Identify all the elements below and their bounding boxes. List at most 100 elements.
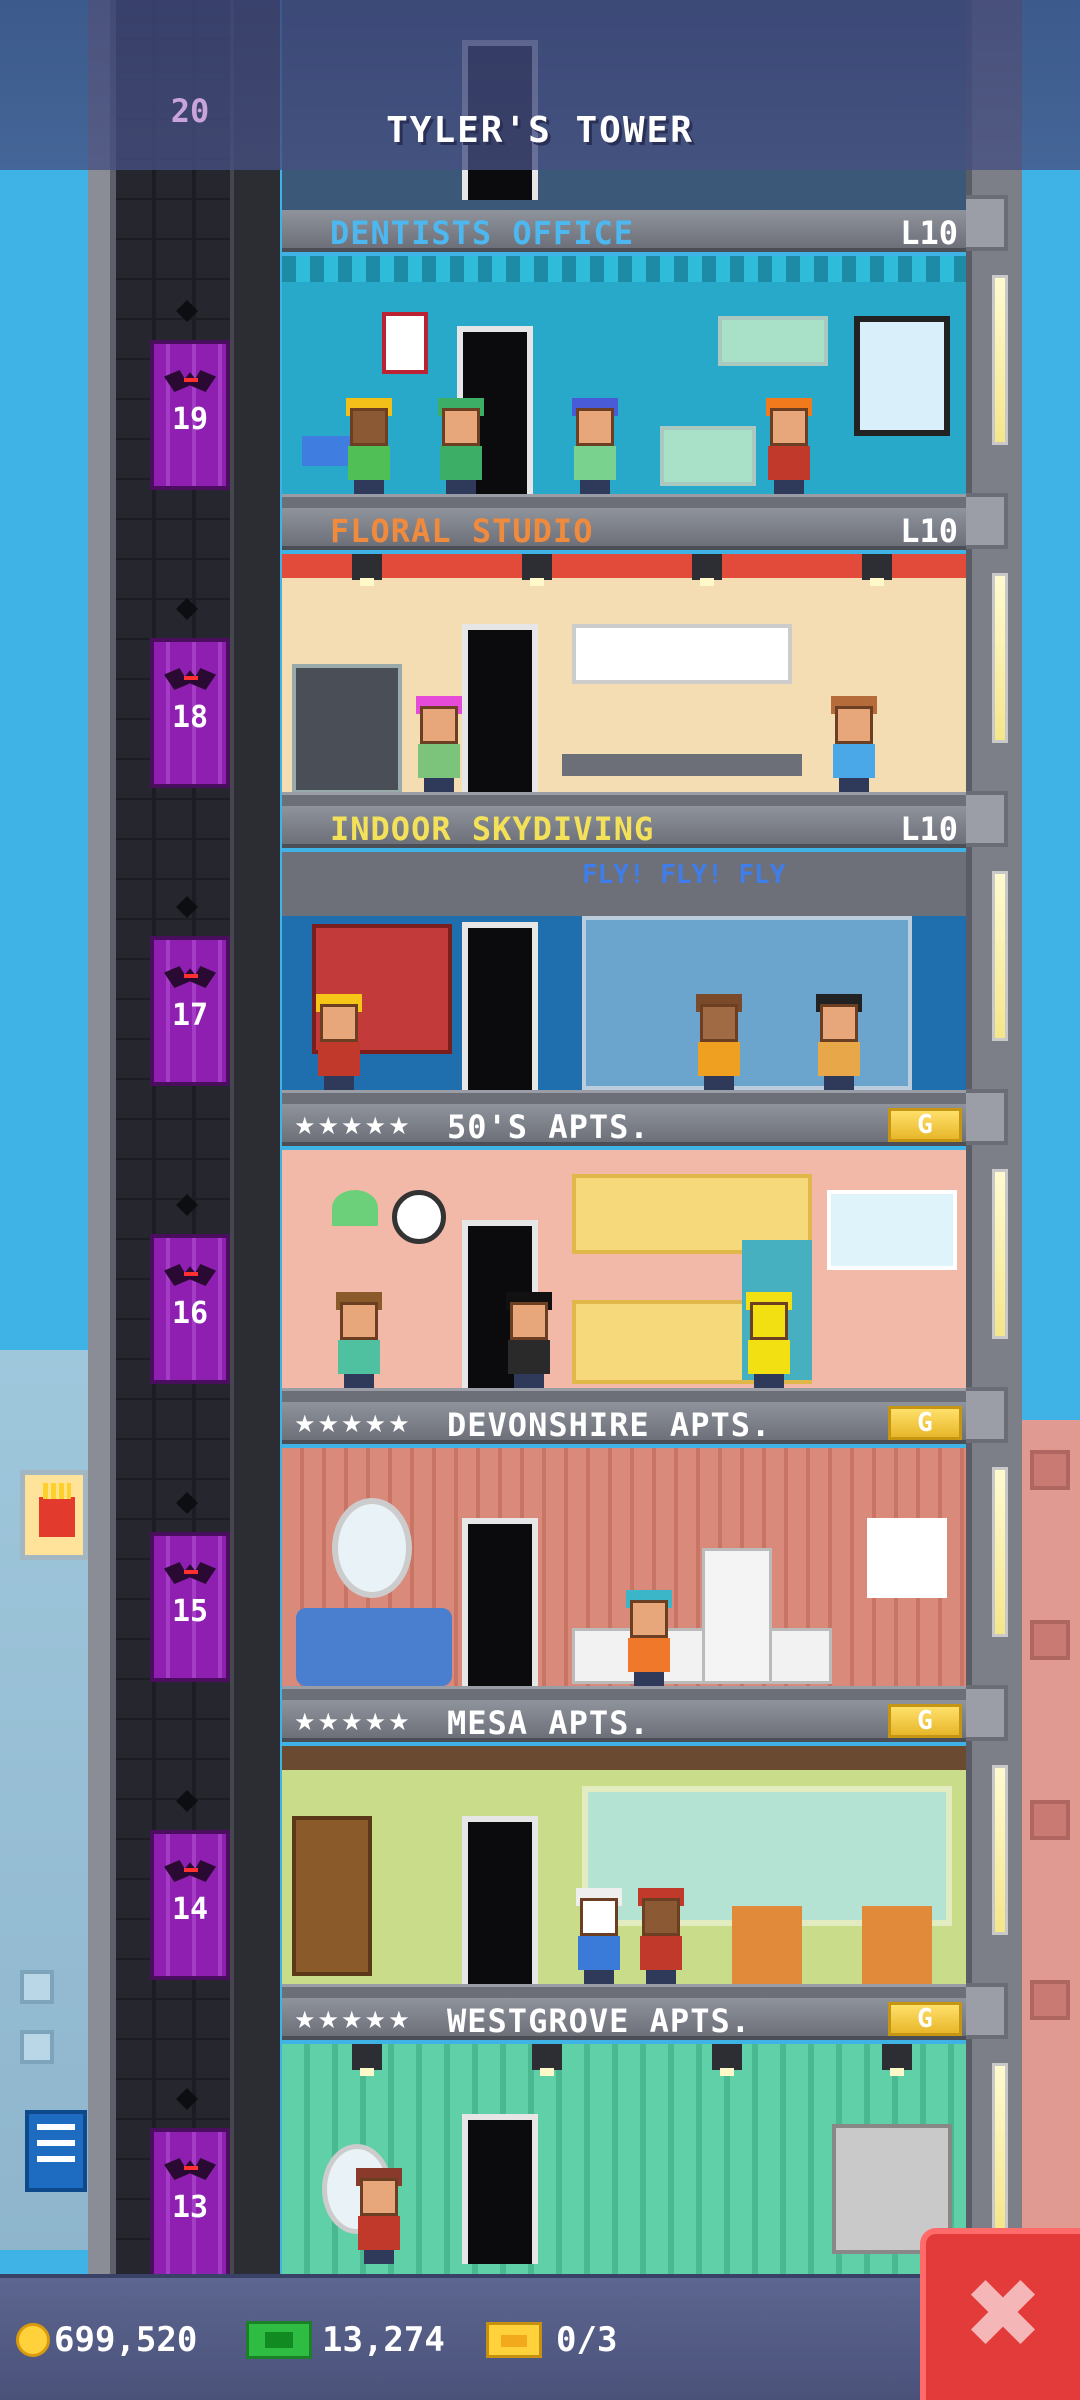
building-window <box>20 1970 54 2004</box>
character[interactable] <box>412 696 466 792</box>
star-rating: ★★★★★ <box>294 1410 412 1438</box>
character[interactable] <box>352 2168 406 2264</box>
floor-sign: DENTISTS OFFICE L10 <box>282 210 966 252</box>
close-icon: ✖ <box>962 2258 1044 2370</box>
coins-counter: 699,520 <box>16 2312 197 2368</box>
character[interactable] <box>342 398 396 494</box>
floor-door <box>462 1518 538 1686</box>
floor-number: 15 <box>171 1594 209 1629</box>
character[interactable] <box>572 1888 626 1984</box>
character[interactable] <box>622 1590 676 1686</box>
elevator-rail <box>230 0 280 2280</box>
floor-room[interactable] <box>282 256 966 508</box>
bux-icon <box>246 2321 312 2359</box>
elevator-car-19[interactable]: 19 <box>150 340 230 490</box>
character[interactable] <box>332 1292 386 1388</box>
floor-name: FLORAL STUDIO <box>330 512 594 550</box>
star-rating: ★★★★★ <box>294 2006 412 2034</box>
gold-badge[interactable]: G <box>888 1406 962 1440</box>
floor-room[interactable] <box>282 2044 966 2278</box>
floor-level: L10 <box>900 214 958 252</box>
floor-sign: ★★★★★ 50'S APTS. G <box>282 1104 966 1146</box>
elevator-car-16[interactable]: 16 <box>150 1234 230 1384</box>
floor-sign: ★★★★★ MESA APTS. G <box>282 1700 966 1742</box>
floor-name: 50'S APTS. <box>447 1108 650 1146</box>
wall-bracket <box>962 1983 1008 2039</box>
floor-number: 18 <box>171 700 209 735</box>
character[interactable] <box>812 994 866 1090</box>
blue-sign <box>25 2110 87 2192</box>
gold-badge[interactable]: G <box>888 2002 962 2036</box>
wall-light <box>992 1467 1008 1637</box>
floor-sign: ★★★★★ WESTGROVE APTS. G <box>282 1998 966 2040</box>
elevator-car-17[interactable]: 17 <box>150 936 230 1086</box>
building-window <box>1030 1620 1070 1660</box>
floor-room[interactable] <box>282 1746 966 1998</box>
character[interactable] <box>692 994 746 1090</box>
wall-bracket <box>962 493 1008 549</box>
ceiling-lamp <box>862 554 892 586</box>
building-window <box>1030 1800 1070 1840</box>
building-window <box>1030 1980 1070 2020</box>
character[interactable] <box>312 994 366 1090</box>
cabinet <box>718 316 828 366</box>
resource-bar: 699,520 13,274 0/3 <box>0 2274 1080 2400</box>
floor-level: L10 <box>900 512 958 550</box>
ticket-icon <box>486 2322 542 2358</box>
ceiling-lamp <box>712 2044 742 2076</box>
gold-badge[interactable]: G <box>888 1108 962 1142</box>
wall-bracket <box>962 791 1008 847</box>
character[interactable] <box>434 398 488 494</box>
ceiling-lamp <box>352 2044 382 2076</box>
elevator-car-15[interactable]: 15 <box>150 1532 230 1682</box>
fries-billboard <box>20 1470 88 1560</box>
floor-13-westgrove-apts[interactable]: ★★★★★ WESTGROVE APTS. G <box>282 1998 966 2278</box>
character[interactable] <box>762 398 816 494</box>
fries-icon <box>39 1483 75 1537</box>
wall-bracket <box>962 1387 1008 1443</box>
ceiling-lamp <box>882 2044 912 2076</box>
coins-value: 699,520 <box>54 2320 198 2360</box>
floor-name: DEVONSHIRE APTS. <box>447 1406 772 1444</box>
character[interactable] <box>742 1292 796 1388</box>
floor-room[interactable] <box>282 1448 966 1700</box>
floor-name: MESA APTS. <box>447 1704 650 1742</box>
close-button[interactable]: ✖ <box>920 2228 1080 2400</box>
building-window <box>1030 1450 1070 1490</box>
floor-name: DENTISTS OFFICE <box>330 214 634 252</box>
bux-counter: 13,274 <box>246 2312 445 2368</box>
ceiling-lamp <box>522 554 552 586</box>
character[interactable] <box>568 398 622 494</box>
gold-badge[interactable]: G <box>888 1704 962 1738</box>
floor-room[interactable] <box>282 1150 966 1402</box>
floor-sign: FLORAL STUDIO L10 <box>282 508 966 550</box>
floor-room[interactable]: FLY! FLY! FLY <box>282 852 966 1104</box>
wall-light <box>992 2063 1008 2233</box>
character[interactable] <box>502 1292 556 1388</box>
floor-16-50s-apts[interactable]: ★★★★★ 50'S APTS. G <box>282 1104 966 1402</box>
wall-bracket <box>962 1685 1008 1741</box>
character[interactable] <box>827 696 881 792</box>
star-rating: ★★★★★ <box>294 1112 412 1140</box>
tower-title: TYLER'S TOWER <box>386 110 694 151</box>
cabinet <box>660 426 756 486</box>
elevator-car-18[interactable]: 18 <box>150 638 230 788</box>
floor-sign: INDOOR SKYDIVING L10 <box>282 806 966 848</box>
wall-light <box>992 573 1008 743</box>
floor-14-mesa-apts[interactable]: ★★★★★ MESA APTS. G <box>282 1700 966 1998</box>
floor-name: INDOOR SKYDIVING <box>330 810 655 848</box>
floor-15-devonshire-apts[interactable]: ★★★★★ DEVONSHIRE APTS. G <box>282 1402 966 1700</box>
floor-room[interactable] <box>282 554 966 806</box>
character[interactable] <box>634 1888 688 1984</box>
floor-17-indoor-skydiving[interactable]: INDOOR SKYDIVING L10 FLY! FLY! FLY <box>282 806 966 1104</box>
ceiling-lamp <box>532 2044 562 2076</box>
floor-18-floral-studio[interactable]: FLORAL STUDIO L10 <box>282 508 966 806</box>
star-rating: ★★★★★ <box>294 1708 412 1736</box>
elevator-car-14[interactable]: 14 <box>150 1830 230 1980</box>
floor-19-dentists-office[interactable]: DENTISTS OFFICE L10 <box>282 210 966 508</box>
floor-number: 19 <box>171 402 209 437</box>
bux-value: 13,274 <box>322 2320 445 2360</box>
elevator-car-13[interactable]: 13 <box>150 2128 230 2278</box>
wall-light <box>992 1765 1008 1935</box>
ceiling-lamp <box>692 554 722 586</box>
